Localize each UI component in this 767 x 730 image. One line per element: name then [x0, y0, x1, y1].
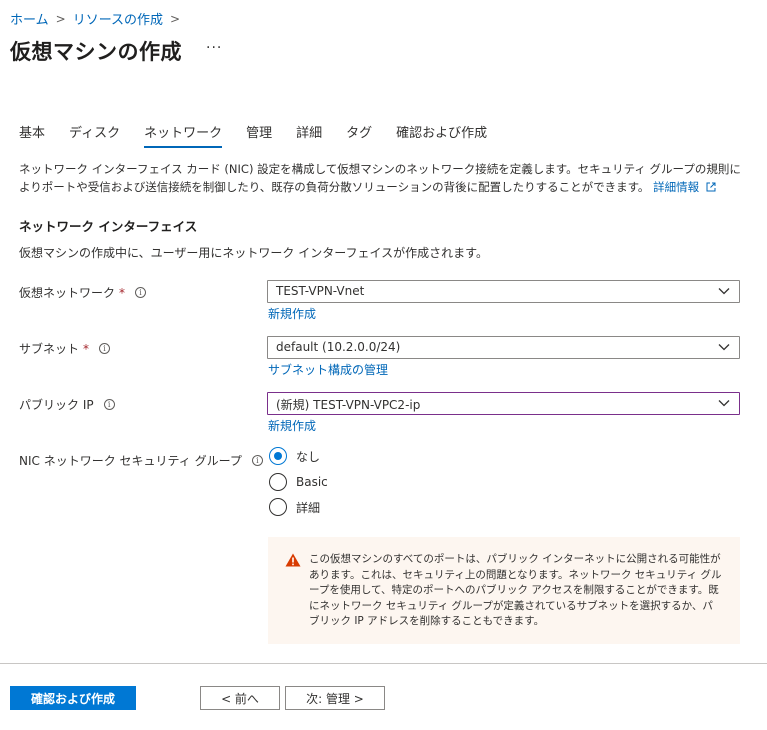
learn-more-link[interactable]: 詳細情報 — [653, 180, 716, 194]
networking-description: ネットワーク インターフェイス カード (NIC) 設定を構成して仮想マシンのネ… — [19, 160, 747, 196]
public-ip-dropdown[interactable]: (新規) TEST-VPN-VPC2-ip — [267, 392, 740, 415]
public-ip-label-text: パブリック IP — [19, 398, 94, 412]
nsg-option-advanced[interactable]: 詳細 — [269, 498, 320, 516]
info-icon[interactable]: i — [135, 287, 147, 298]
tab-review-create[interactable]: 確認および作成 — [396, 122, 487, 150]
chevron-down-icon — [718, 288, 730, 295]
previous-button[interactable]: < 前へ — [200, 686, 280, 710]
description-text: ネットワーク インターフェイス カード (NIC) 設定を構成して仮想マシンのネ… — [19, 162, 741, 194]
chevron-down-icon — [718, 400, 730, 407]
subnet-label: サブネット * i — [19, 340, 111, 357]
tab-disks[interactable]: ディスク — [69, 122, 120, 150]
subnet-dropdown[interactable]: default (10.2.0.0/24) — [267, 336, 740, 359]
breadcrumb-separator: > — [170, 11, 181, 26]
breadcrumb-home[interactable]: ホーム — [10, 9, 49, 28]
review-create-button[interactable]: 確認および作成 — [10, 686, 136, 710]
info-icon[interactable]: i — [99, 343, 111, 354]
warning-icon — [285, 553, 301, 567]
radio-button[interactable] — [269, 498, 287, 516]
vnet-label: 仮想ネットワーク * i — [19, 284, 147, 301]
nsg-option-basic[interactable]: Basic — [269, 473, 328, 491]
tab-basics[interactable]: 基本 — [19, 122, 45, 150]
chevron-down-icon — [718, 344, 730, 351]
tab-management[interactable]: 管理 — [246, 122, 272, 150]
section-description: 仮想マシンの作成中に、ユーザー用にネットワーク インターフェイスが作成されます。 — [19, 246, 488, 260]
info-icon[interactable]: i — [103, 399, 115, 410]
vnet-create-new-link[interactable]: 新規作成 — [268, 305, 316, 322]
public-ip-label: パブリック IP i — [19, 396, 115, 413]
required-marker: * — [83, 341, 90, 356]
breadcrumb-create-resource[interactable]: リソースの作成 — [73, 9, 163, 28]
nsg-label-text: NIC ネットワーク セキュリティ グループ — [19, 454, 242, 468]
manage-subnet-link[interactable]: サブネット構成の管理 — [268, 361, 388, 378]
vnet-label-text: 仮想ネットワーク — [19, 286, 116, 300]
subnet-dropdown-value: default (10.2.0.0/24) — [276, 340, 401, 354]
vnet-dropdown[interactable]: TEST-VPN-Vnet — [267, 280, 740, 303]
more-options-button[interactable]: ··· — [206, 40, 222, 56]
breadcrumb: ホーム > リソースの作成 > — [10, 9, 187, 29]
page-title: 仮想マシンの作成 — [10, 40, 182, 64]
radio-button[interactable] — [269, 447, 287, 465]
tab-tags[interactable]: タグ — [346, 122, 372, 150]
radio-label: Basic — [296, 475, 328, 489]
warning-message-box: この仮想マシンのすべてのポートは、パブリック インターネットに公開される可能性が… — [268, 537, 740, 644]
section-title-network-interface: ネットワーク インターフェイス — [19, 219, 198, 234]
radio-button[interactable] — [269, 473, 287, 491]
public-ip-create-new-link[interactable]: 新規作成 — [268, 417, 316, 434]
radio-label: なし — [296, 449, 321, 464]
tab-advanced[interactable]: 詳細 — [296, 122, 322, 150]
warning-text: この仮想マシンのすべてのポートは、パブリック インターネットに公開される可能性が… — [309, 553, 722, 627]
vnet-dropdown-value: TEST-VPN-Vnet — [276, 284, 365, 298]
tab-bar: 基本 ディスク ネットワーク 管理 詳細 タグ 確認および作成 — [19, 122, 511, 150]
next-management-button[interactable]: 次: 管理 > — [285, 686, 385, 710]
external-link-icon — [706, 182, 716, 192]
breadcrumb-separator: > — [55, 11, 66, 26]
learn-more-label: 詳細情報 — [653, 180, 700, 194]
tab-networking[interactable]: ネットワーク — [144, 122, 223, 150]
subnet-label-text: サブネット — [19, 342, 80, 356]
info-icon[interactable]: i — [251, 455, 263, 466]
required-marker: * — [119, 285, 126, 300]
nsg-label: NIC ネットワーク セキュリティ グループ i — [19, 452, 263, 469]
radio-label: 詳細 — [296, 500, 321, 515]
footer-divider — [0, 663, 767, 664]
public-ip-dropdown-value: (新規) TEST-VPN-VPC2-ip — [276, 398, 421, 412]
nsg-option-none[interactable]: なし — [269, 447, 320, 465]
